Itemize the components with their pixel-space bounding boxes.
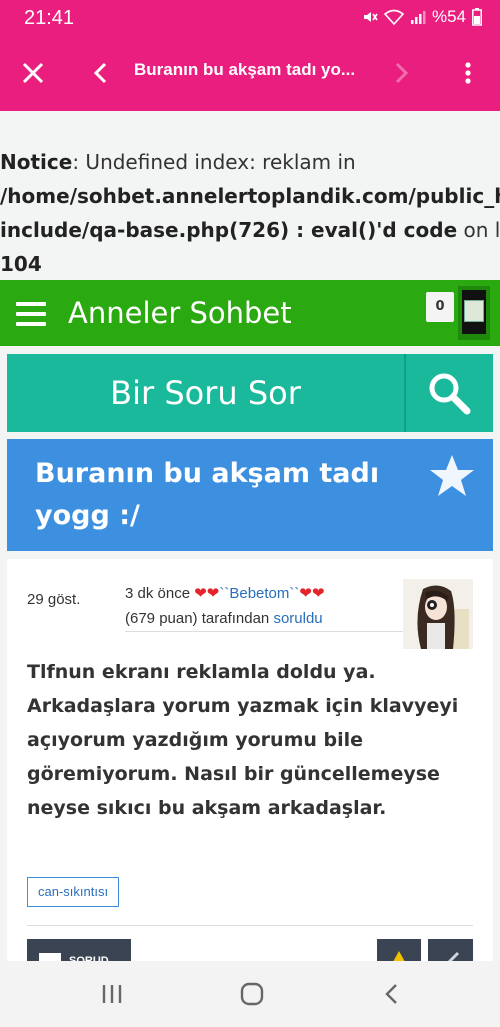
view-count: 29 göst. — [27, 591, 81, 608]
recent-apps-icon[interactable] — [100, 982, 124, 1006]
meta-time: 3 dk önce — [125, 585, 195, 602]
notice-path: /home/sohbet.annelertoplandik.com/public… — [0, 184, 500, 208]
author-avatar[interactable] — [403, 579, 473, 649]
user-avatar-button[interactable] — [458, 286, 490, 340]
site-header: Anneler Sohbet 0 — [0, 280, 500, 346]
status-icons: %54 — [362, 7, 482, 27]
question-title: Buranın bu akşam tadı yogg :/ — [35, 458, 380, 531]
back-icon[interactable] — [90, 60, 112, 86]
system-nav-bar — [0, 961, 500, 1027]
ask-question-button[interactable]: Bir Soru Sor — [7, 354, 404, 432]
search-button[interactable] — [406, 354, 493, 432]
tag-link[interactable]: can-sıkıntısı — [27, 877, 120, 907]
battery-text: %54 — [431, 7, 466, 26]
card-divider — [27, 925, 473, 926]
search-icon — [429, 373, 471, 415]
forward-icon[interactable] — [390, 60, 412, 86]
notice-file: include/qa-base.php(726) : eval()'d code — [0, 218, 458, 242]
question-body: Tlfnun ekranı reklamla doldu ya. Arkadaş… — [27, 661, 459, 819]
meta-hearts-left: ❤❤ — [194, 585, 220, 602]
browser-toolbar: Buranın bu akşam tadı yo... — [0, 36, 500, 111]
asked-link[interactable]: soruldu — [273, 610, 322, 627]
status-time: 21:41 — [24, 7, 75, 29]
notice-label: Notice — [0, 150, 73, 174]
site-title[interactable]: Anneler Sohbet — [68, 296, 292, 330]
question-card: 29 göst. 3 dk önce ❤❤``Bebetom``❤❤ (679 … — [7, 559, 493, 979]
close-icon[interactable] — [20, 60, 46, 86]
toolbar-title: Buranın bu akşam tadı yo... — [134, 60, 356, 79]
status-bar: 21:41 %54 — [0, 0, 500, 36]
notice-text: : Undefined index: reklam in — [72, 150, 356, 174]
meta-divider — [125, 631, 403, 632]
menu-icon[interactable] — [16, 302, 46, 326]
user-avatar-image — [464, 300, 484, 322]
nav-back-icon[interactable] — [382, 981, 402, 1007]
notification-badge[interactable]: 0 — [426, 292, 454, 322]
meta-hearts-right: ❤❤ — [299, 585, 325, 602]
home-icon[interactable] — [239, 981, 265, 1007]
question-title-box: Buranın bu akşam tadı yogg :/ — [7, 439, 493, 551]
favorite-star-icon[interactable] — [427, 451, 477, 501]
mute-icon — [362, 9, 378, 25]
author-link[interactable]: ``Bebetom`` — [219, 585, 299, 602]
ask-bar: Bir Soru Sor — [7, 354, 493, 432]
notice-line-number: 104 — [0, 252, 42, 276]
wifi-icon — [383, 9, 404, 25]
meta-points: (679 puan) tarafından — [125, 610, 274, 627]
signal-icon — [410, 9, 426, 25]
battery-icon — [472, 8, 482, 26]
php-notice: Notice: Undefined index: reklam in /home… — [0, 145, 500, 281]
notice-on-line: on line — [463, 218, 500, 242]
more-vert-icon[interactable] — [456, 60, 480, 86]
question-meta: 3 dk önce ❤❤``Bebetom``❤❤ (679 puan) tar… — [125, 581, 325, 631]
